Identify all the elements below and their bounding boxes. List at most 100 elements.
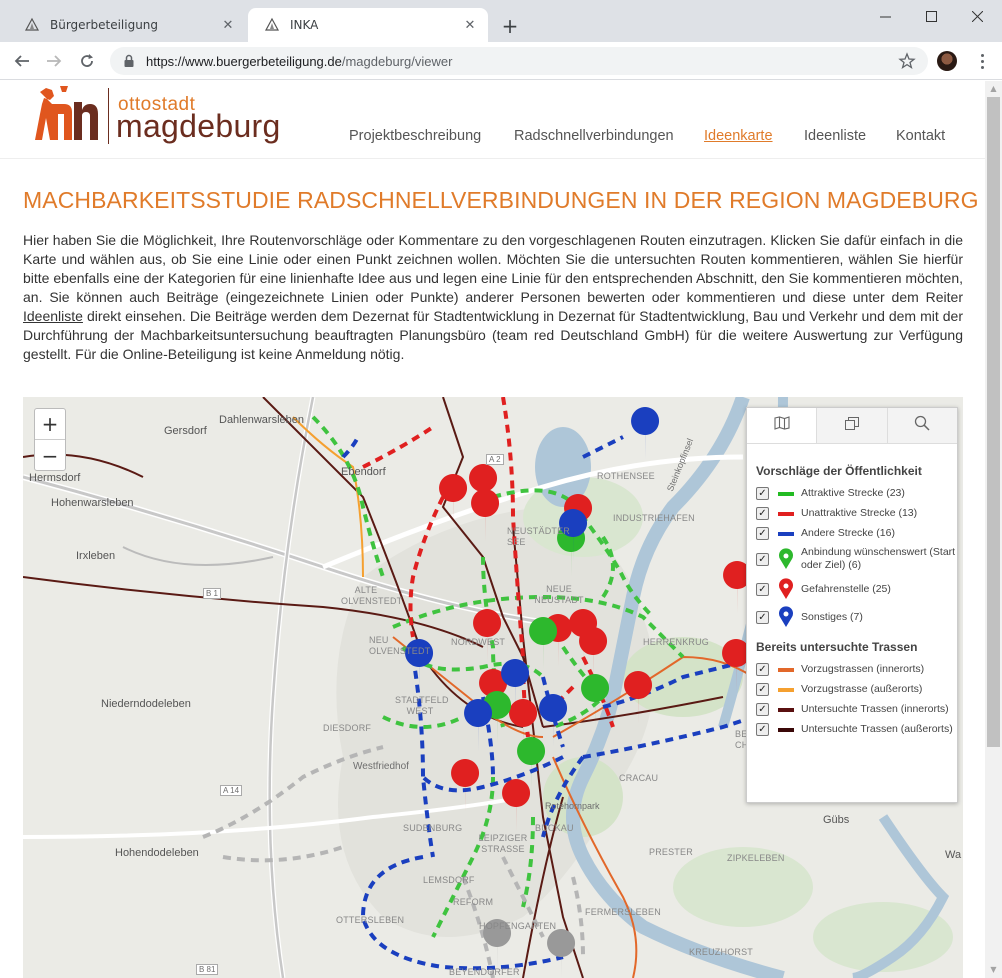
nav-ideenkarte[interactable]: Ideenkarte [704,128,773,144]
lock-icon [122,54,136,68]
intro-text-part2: direkt einsehen. Die Beiträge werden dem… [23,308,963,362]
legend-line-swatch [778,531,794,536]
maximize-icon[interactable] [908,4,954,28]
map-label: HOPFENGARTEN [479,921,557,931]
legend-label: Unattraktive Strecke (13) [801,507,918,519]
back-arrow-icon[interactable] [10,49,34,73]
legend-label: Untersuchte Trassen (innerorts) [801,703,949,715]
close-window-icon[interactable] [954,4,1000,28]
legend-pin-icon [779,606,793,627]
map-label: Gübs [823,814,850,826]
bookmark-star-icon[interactable] [898,52,916,70]
legend-checkbox[interactable]: ✓ [756,552,769,566]
legend-label: Gefahrenstelle (25) [801,582,891,595]
legend-item[interactable]: ✓ Sonstiges (7) [756,606,957,628]
map-label: DIESDORF [323,723,372,733]
reload-icon[interactable] [75,49,99,73]
intro-text-part1: Hier haben Sie die Möglichkeit, Ihre Rou… [23,232,963,305]
nav-ideenliste[interactable]: Ideenliste [804,128,866,144]
map-label: Rotehornpark [545,801,600,811]
legend-label: Andere Strecke (16) [801,527,895,539]
legend-checkbox[interactable]: ✓ [756,610,769,624]
minimize-icon[interactable] [862,4,908,28]
legend-checkbox[interactable]: ✓ [756,487,769,500]
legend-item[interactable]: ✓ Gefahrenstelle (25) [756,578,957,600]
new-tab-plus-icon[interactable]: + [498,14,522,38]
legend-item[interactable]: ✓ Vorzugstrasse (außerorts) [756,683,957,696]
close-tab-icon[interactable]: ✕ [220,17,236,33]
scroll-up-arrow-icon[interactable]: ▲ [989,84,998,93]
page-title: MACHBARKEITSSTUDIE RADSCHNELLVERBINDUNGE… [23,187,979,213]
map-label: NEU OLVENSTEDT [369,635,431,656]
legend-label: Vorzugstrasse (außerorts) [801,683,923,695]
site-favicon-icon [264,17,280,33]
page-scrollbar[interactable]: ▲ ▼ [985,81,1002,978]
road-shield: B 1 [203,588,222,599]
browser-tab-strip: Bürgerbeteiligung ✕ INKA ✕ + [0,0,1002,42]
zoom-in-button[interactable]: + [35,409,65,440]
browser-menu-icon[interactable] [972,51,992,71]
map-label: BUCKAU [535,823,574,833]
map-label: ROTHENSEE [597,471,655,481]
layers-copy-icon [844,416,860,435]
legend-checkbox[interactable]: ✓ [756,527,769,540]
tab-base-layers[interactable] [817,408,888,443]
legend-label: Sonstiges (7) [801,610,863,623]
legend-item[interactable]: ✓ Vorzugstrassen (innerorts) [756,663,957,676]
nav-radschnellverbindungen[interactable]: Radschnellverbindungen [514,128,674,144]
ottostadt-magdeburg-logo[interactable]: ottostadt magdeburg [30,84,295,148]
tab-buergerbeteiligung[interactable]: Bürgerbeteiligung ✕ [8,8,246,42]
legend-item[interactable]: ✓ Unattraktive Strecke (13) [756,507,957,520]
tab-search[interactable] [887,408,957,443]
legend-checkbox[interactable]: ✓ [756,507,769,520]
map-label: Hohendodeleben [115,847,199,859]
intro-text: Hier haben Sie die Möglichkeit, Ihre Rou… [23,231,963,364]
tab-map-layers[interactable] [747,408,818,443]
horse-m-logo-icon [35,86,98,140]
legend-item[interactable]: ✓ Untersuchte Trassen (innerorts) [756,703,957,716]
url-text: https://www.buergerbeteiligung.de/magdeb… [146,54,452,69]
legend-line-swatch [778,667,794,672]
legend-checkbox[interactable]: ✓ [756,703,769,716]
nav-kontakt[interactable]: Kontakt [896,128,945,144]
nav-projektbeschreibung[interactable]: Projektbeschreibung [349,128,481,144]
map-label: Ebendorf [341,466,386,478]
legend-checkbox[interactable]: ✓ [756,683,769,696]
legend-checkbox[interactable]: ✓ [756,663,769,676]
map-label: Niederndodeleben [101,698,191,710]
map-label: Hermsdorf [29,472,81,484]
map-label: HERRENKRUG [643,637,710,647]
legend-line-swatch [778,687,794,692]
road-shield: A 14 [220,785,243,796]
legend-list-public: ✓ Attraktive Strecke (23) ✓ Unattraktive St… [747,487,957,628]
legend-item[interactable]: ✓ Untersuchte Trassen (außerorts) [756,723,957,736]
legend-checkbox[interactable]: ✓ [756,723,769,736]
forward-arrow-icon[interactable] [42,49,66,73]
map-label: Wa [945,849,962,861]
map-label: CRACAU [619,773,659,783]
map-label: ALTE OLVENSTEDT [341,585,403,606]
map-label: Irxleben [76,550,116,562]
map-label: Dahlenwarsleben [219,414,304,426]
zoom-out-button[interactable]: − [35,440,65,471]
legend-item[interactable]: ✓ Attraktive Strecke (23) [756,487,957,500]
address-bar[interactable]: https://www.buergerbeteiligung.de/magdeb… [110,47,928,75]
map-label: LEIPZIGER STRASSE [478,833,528,854]
map-label: Gersdorf [164,425,207,437]
legend-item[interactable]: ✓ Anbindung wünschenswert (Start oder Zie… [756,546,957,572]
legend-checkbox[interactable]: ✓ [756,582,769,596]
zoom-control: + − [34,408,66,471]
legend-label: Anbindung wünschenswert (Start oder Ziel… [801,546,956,571]
map-icon [774,416,790,435]
profile-avatar[interactable] [937,51,957,71]
tab-inka[interactable]: INKA ✕ [248,8,488,42]
url-path: /magdeburg/viewer [341,53,453,69]
scrollbar-thumb[interactable] [987,97,1000,747]
idea-map[interactable]: Dahlenwarsleben Gersdorf Hermsdorf Hohen… [23,397,963,978]
map-label: STADTFELD WEST [395,695,449,716]
ideenliste-link[interactable]: Ideenliste [23,308,83,324]
scroll-down-arrow-icon[interactable]: ▼ [989,965,998,974]
legend-item[interactable]: ✓ Andere Strecke (16) [756,527,957,540]
close-tab-icon[interactable]: ✕ [462,17,478,33]
map-label: Westfriedhof [353,761,409,772]
